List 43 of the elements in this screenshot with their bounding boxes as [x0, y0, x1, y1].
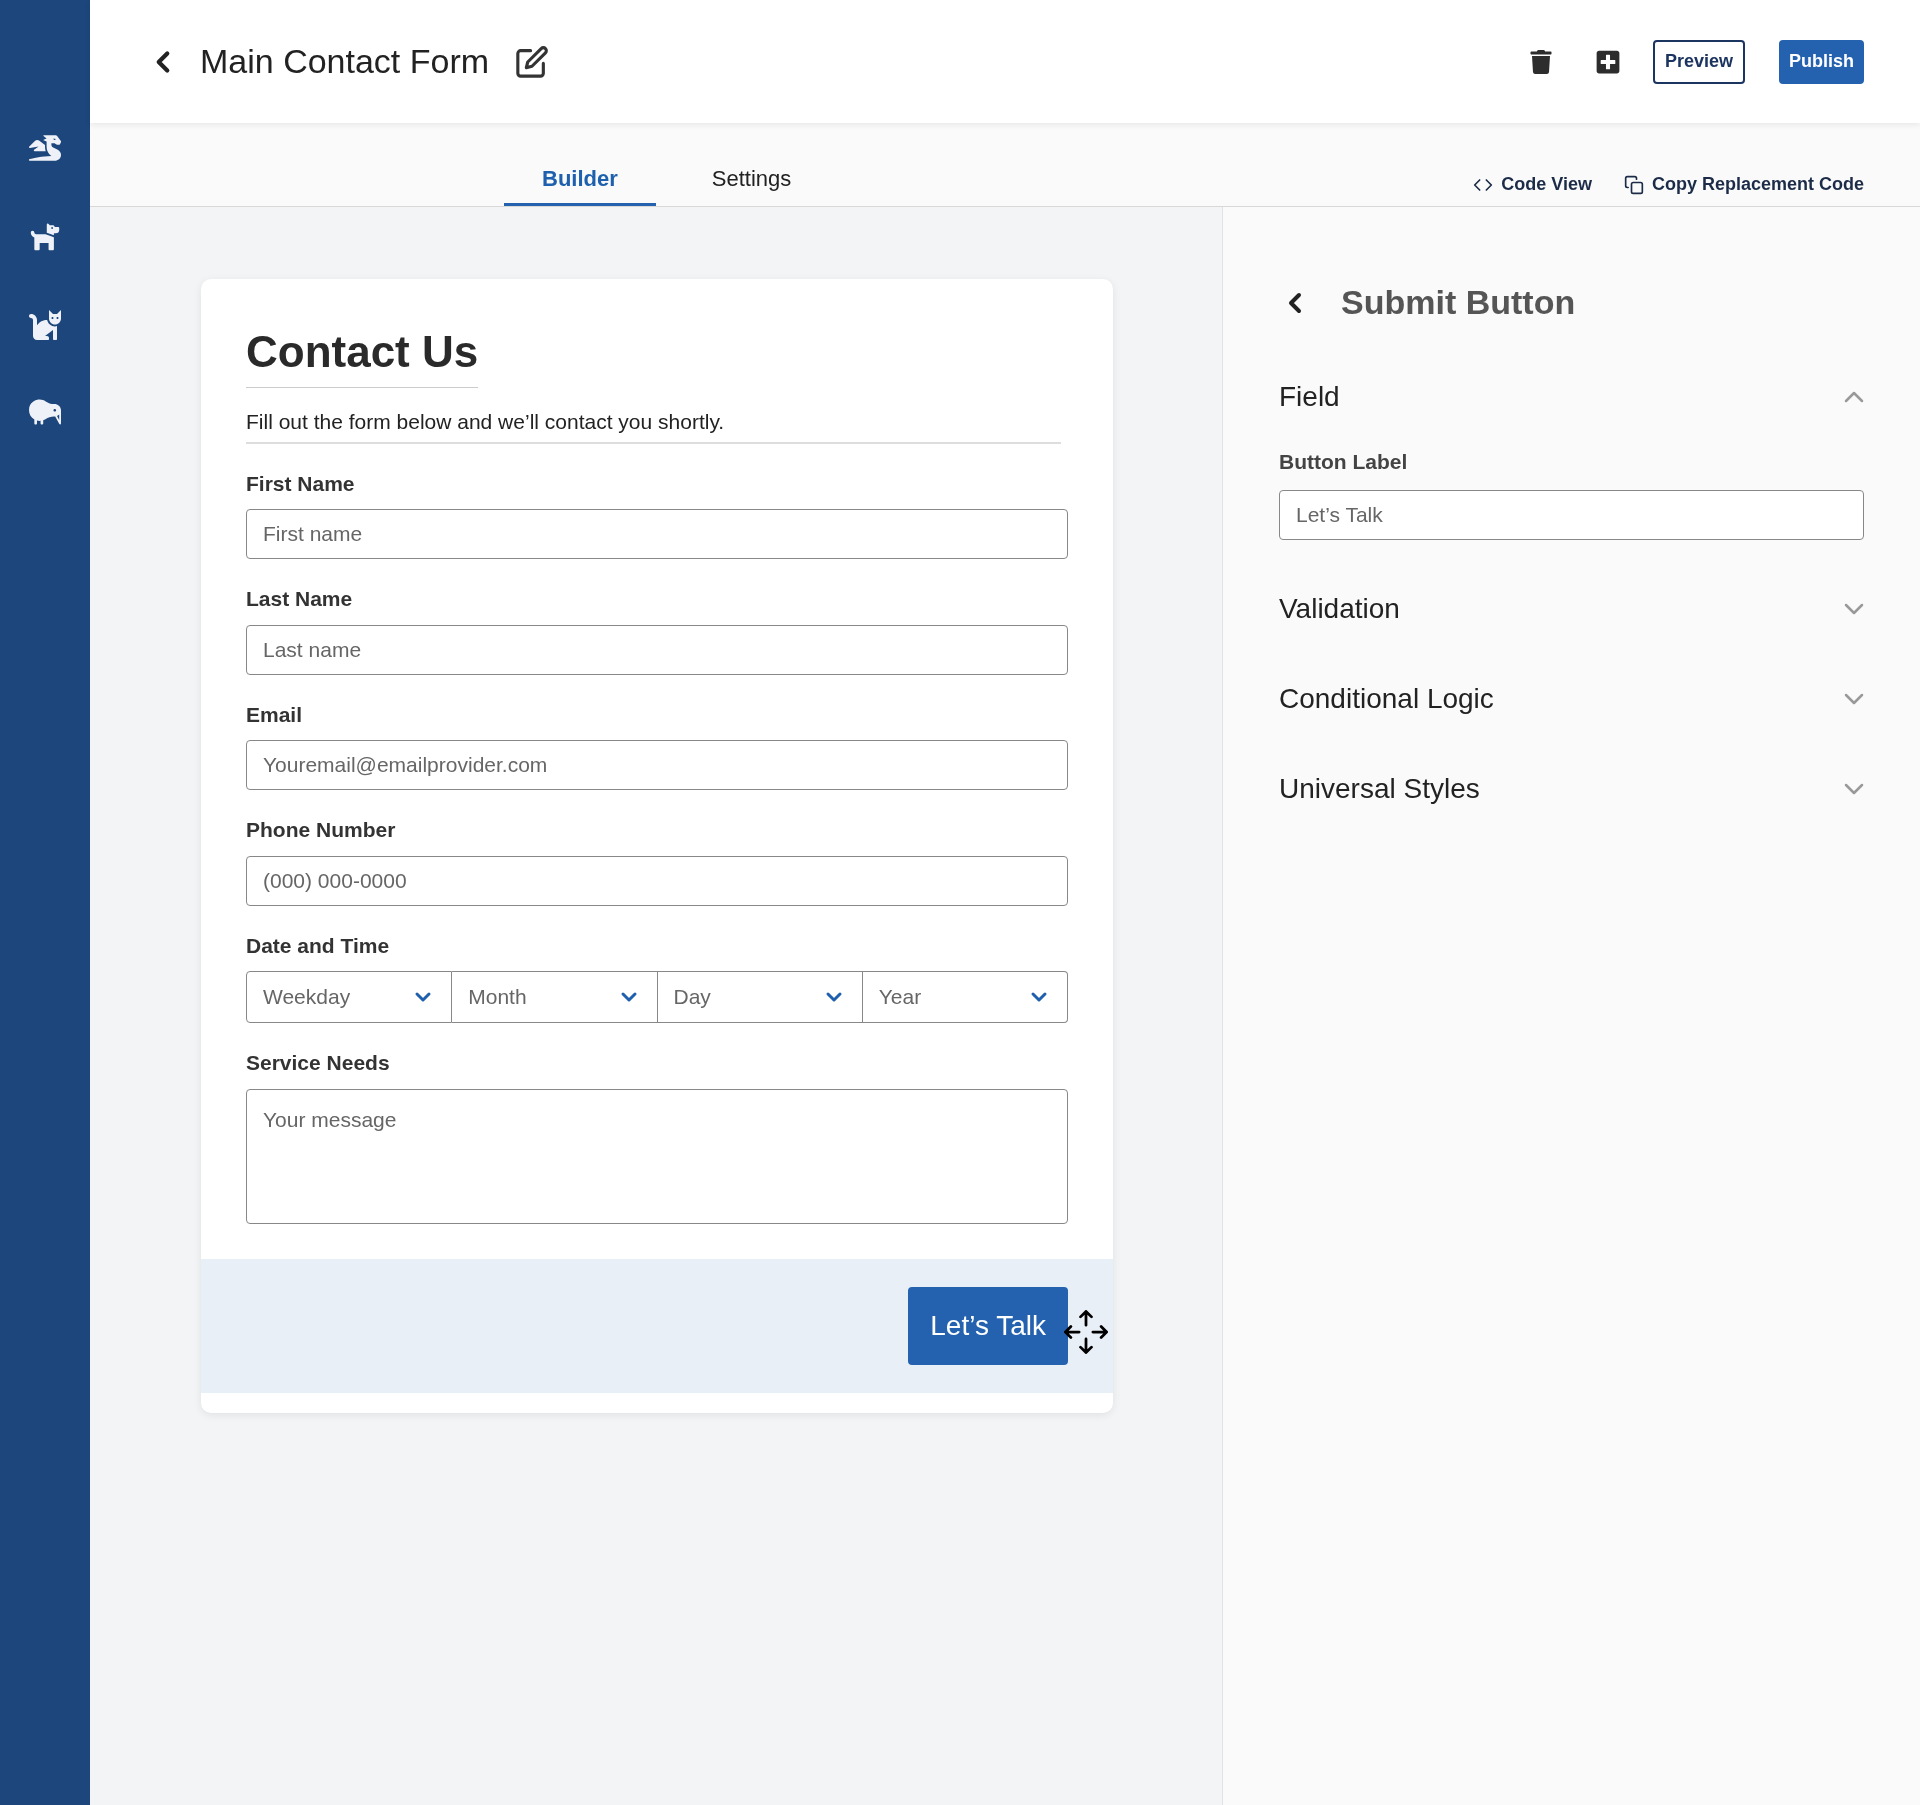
- duplicate-icon[interactable]: [1594, 48, 1621, 75]
- field-label: Date and Time: [246, 932, 391, 959]
- cat-icon[interactable]: [29, 308, 61, 340]
- field-label: Phone Number: [246, 817, 397, 843]
- input-field[interactable]: (000) 000-0000: [246, 855, 1068, 906]
- field-label: Email: [246, 701, 304, 728]
- input-field[interactable]: Youremail@emailprovider.com: [246, 740, 1068, 790]
- form-description: Fill out the form below and we’ll contact you shortly.: [246, 406, 1061, 444]
- edit-icon[interactable]: [515, 44, 550, 79]
- select-dropdown[interactable]: Day: [657, 971, 863, 1023]
- select-dropdown[interactable]: Month: [452, 971, 658, 1023]
- publish-button[interactable]: Publish: [1779, 39, 1864, 84]
- tab[interactable]: Settings: [691, 162, 812, 206]
- accordion-header[interactable]: Conditional Logic: [1279, 677, 1864, 720]
- move-cursor-icon: [1064, 1309, 1108, 1354]
- form-heading: Contact Us: [246, 319, 479, 388]
- chevron-down-icon: [1844, 692, 1864, 705]
- accordion-header[interactable]: Universal Styles: [1279, 767, 1864, 810]
- field-label: Button Label: [1279, 449, 1409, 475]
- copy-icon: [1623, 174, 1644, 195]
- delete-icon[interactable]: [1528, 49, 1553, 74]
- code-view-link[interactable]: Code View: [1473, 171, 1592, 198]
- panel-title: Submit Button: [1341, 282, 1576, 323]
- input-field[interactable]: Last name: [246, 624, 1068, 675]
- chevron-down-icon: [1844, 602, 1864, 615]
- input-field[interactable]: Let’s Talk: [1279, 489, 1864, 540]
- chevron-up-icon: [1844, 391, 1864, 403]
- dragon-icon[interactable]: [29, 132, 61, 164]
- field-label: Last Name: [246, 586, 354, 612]
- tab[interactable]: Builder: [504, 162, 656, 206]
- accordion-header[interactable]: Field: [1279, 376, 1864, 418]
- chevron-down-icon: [1844, 782, 1864, 795]
- input-field[interactable]: First name: [246, 509, 1068, 559]
- submit-button[interactable]: Let’s Talk: [908, 1286, 1068, 1365]
- select-dropdown[interactable]: Weekday: [246, 971, 453, 1023]
- copy-code-link[interactable]: Copy Replacement Code: [1623, 171, 1864, 198]
- field-label: Service Needs: [246, 1050, 391, 1076]
- accordion-header[interactable]: Validation: [1279, 587, 1864, 630]
- form-title: Main Contact Form: [200, 41, 490, 82]
- select-dropdown[interactable]: Year: [862, 971, 1068, 1023]
- preview-button[interactable]: Preview: [1652, 39, 1745, 84]
- message-field[interactable]: Your message: [246, 1088, 1068, 1224]
- field-label: First Name: [246, 470, 356, 497]
